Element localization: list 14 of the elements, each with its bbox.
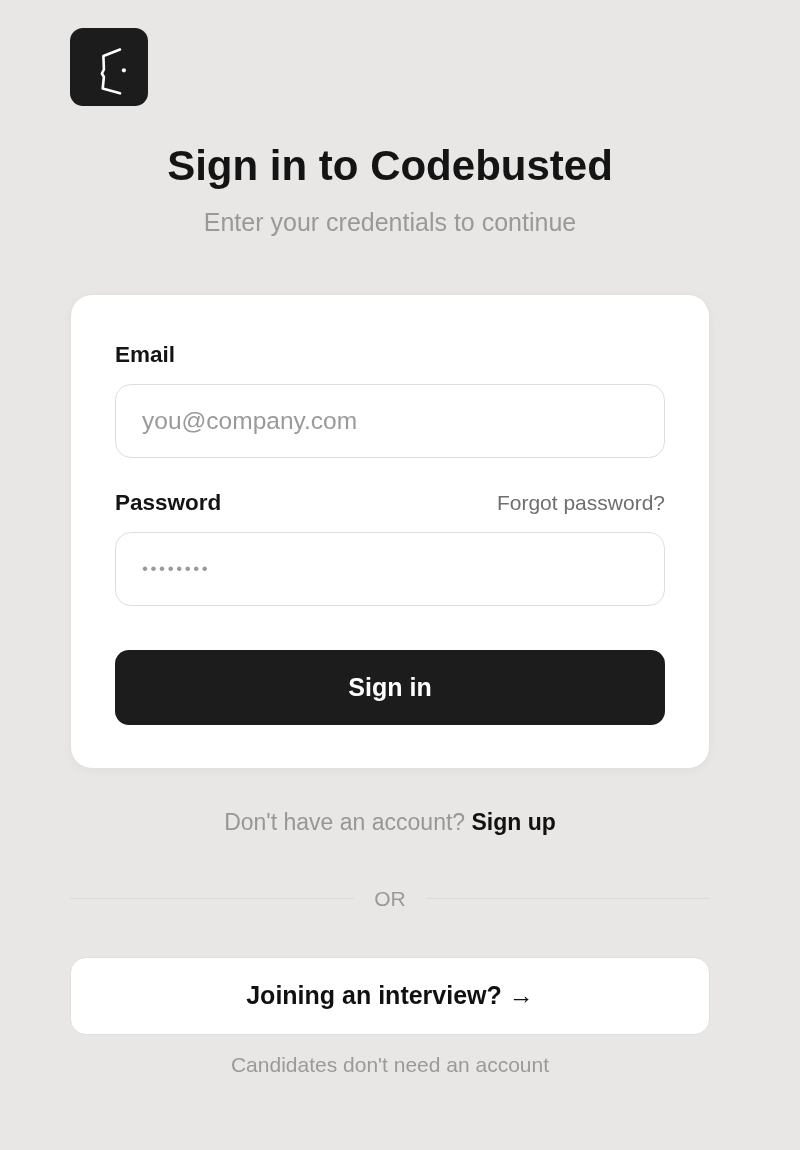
sign-up-link[interactable]: Sign up	[471, 809, 556, 836]
page-subtitle: Enter your credentials to continue	[202, 207, 578, 238]
email-field[interactable]: you@company.com	[115, 384, 665, 459]
password-field[interactable]: ••••••••	[115, 532, 665, 607]
page-heading: Sign in to Codebusted	[166, 142, 614, 191]
signup-prompt: Don't have an account? Sign up	[223, 809, 557, 837]
field-label: Email	[115, 341, 176, 369]
field-label: Password	[115, 489, 222, 517]
logo-icon	[70, 28, 148, 106]
sign-in-button[interactable]: Sign in	[115, 650, 665, 726]
divider-label: OR	[374, 885, 406, 912]
join-interview-button[interactable]: Joining an interview? →	[70, 957, 710, 1036]
candidates-note: Candidates don't need an account	[229, 1052, 551, 1078]
forgot-password-link[interactable]: Forgot password?	[496, 490, 665, 516]
